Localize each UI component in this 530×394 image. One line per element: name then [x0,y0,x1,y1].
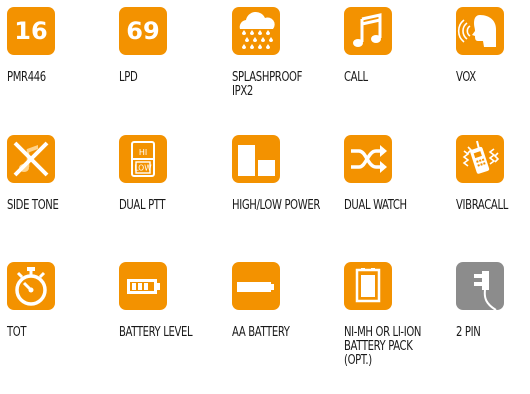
feature-label: VIBRACALL [456,198,508,213]
feature-label: AA BATTERY [232,325,290,340]
vibrating-radio-icon [462,140,500,174]
rain-cloud-icon [239,11,275,49]
feature-label: LPD [119,70,138,85]
ptt-switch-icon: HI LOW [131,141,155,177]
feature-label: BATTERY LEVEL [119,325,193,340]
two-pin-plug-icon [474,271,497,310]
call-tile [344,7,392,55]
pmr446-tile: 16 [7,7,55,55]
dual-ptt-tile: HI LOW [119,135,167,183]
channel-count-16: 16 [14,17,48,45]
voice-head-icon [457,15,496,47]
battery-level-tile [119,262,167,310]
feature-label: PMR446 [7,70,46,85]
battery-level-icon [127,279,160,294]
power-blocks-icon [238,145,275,176]
vox-tile [456,7,504,55]
low-label: LOW [134,164,152,173]
feature-label: DUAL PTT [119,198,166,213]
vibracall-tile [456,135,504,183]
side-tone-tile [7,135,55,183]
feature-label: SIDE TONE [7,198,59,213]
splashproof-tile [232,7,280,55]
feature-label: CALL [344,70,368,85]
feature-label: 2 PIN [456,325,481,340]
channel-count-69: 69 [126,17,160,45]
crossing-arrows-icon [351,145,387,173]
hi-label: HI [139,148,147,157]
battery-pack-icon [355,268,381,303]
dual-watch-tile [344,135,392,183]
battery-pack-tile [344,262,392,310]
feature-label: DUAL WATCH [344,198,407,213]
music-note-icon [353,13,382,47]
feature-label: SPLASHPROOF IPX2 [232,70,303,99]
tot-tile [7,262,55,310]
two-pin-tile [456,262,504,310]
feature-label: TOT [7,325,27,340]
feature-label: HIGH/LOW POWER [232,198,321,213]
feature-label: NI-MH OR LI-ION BATTERY PACK (OPT.) [344,325,422,368]
muted-note-icon [13,141,49,177]
lpd-tile: 69 [119,7,167,55]
aa-battery-icon [237,282,274,292]
high-low-power-tile [232,135,280,183]
stopwatch-icon [15,267,47,306]
aa-battery-tile [232,262,280,310]
feature-label: VOX [456,70,476,85]
